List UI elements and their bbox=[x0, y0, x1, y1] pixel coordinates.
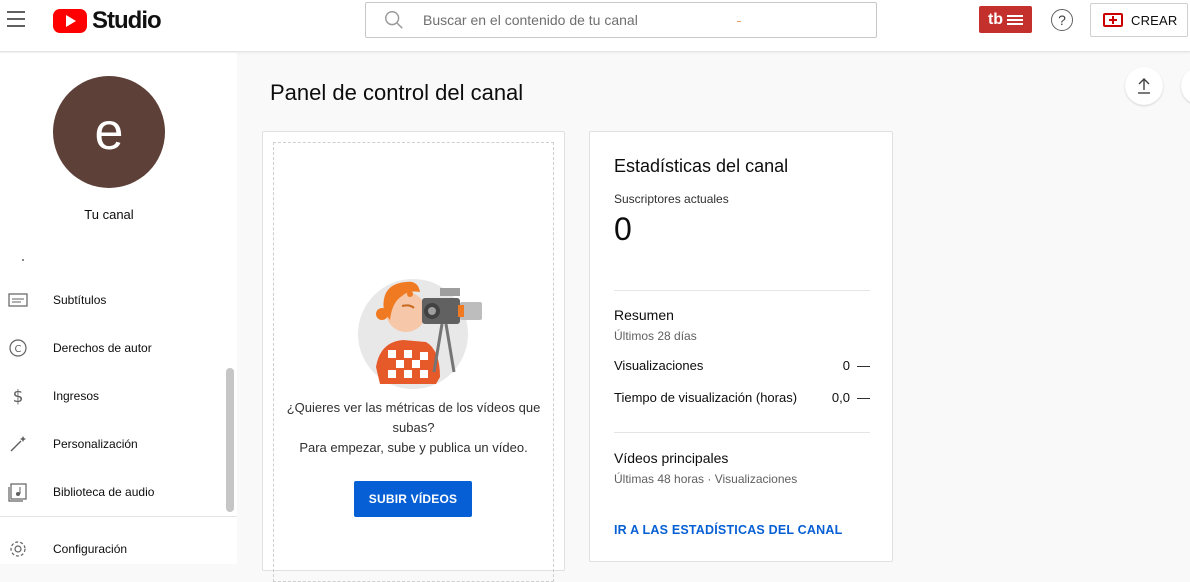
search-input[interactable]: Buscar en el contenido de tu canal bbox=[423, 12, 638, 28]
sidebar-item-audio-library[interactable]: Biblioteca de audio bbox=[0, 472, 232, 512]
tubebuddy-extension-button[interactable]: tb bbox=[979, 6, 1032, 33]
top-bar: Studio Buscar en el contenido de tu cana… bbox=[0, 0, 1190, 52]
extension-menu-icon bbox=[1007, 13, 1024, 27]
channel-label: Tu canal bbox=[84, 207, 134, 222]
sidebar-scrollbar[interactable] bbox=[226, 368, 234, 512]
sidebar-item-label: Configuración bbox=[53, 542, 128, 556]
sidebar-item-label: Ingresos bbox=[53, 389, 100, 403]
sidebar-divider bbox=[0, 516, 237, 517]
watch-time-value: 0,0 bbox=[831, 390, 850, 405]
watch-time-label: Tiempo de visualización (horas) bbox=[614, 390, 798, 405]
svg-text:C: C bbox=[15, 344, 22, 355]
sidebar-item-label: Personalización bbox=[53, 437, 138, 451]
top-videos-title: Vídeos principales bbox=[614, 450, 729, 466]
divider-dot bbox=[22, 259, 24, 261]
watch-time-trend: — bbox=[857, 390, 870, 405]
menu-icon[interactable] bbox=[7, 11, 27, 29]
magic-wand-icon bbox=[8, 434, 28, 454]
copyright-icon: C bbox=[8, 338, 28, 358]
upload-prompt-line2: Para empezar, sube y publica un vídeo. bbox=[299, 440, 528, 455]
divider bbox=[614, 290, 870, 291]
views-row: Visualizaciones 0 — bbox=[614, 358, 870, 374]
upload-button[interactable] bbox=[1125, 67, 1163, 105]
sidebar-item-copyright[interactable]: C Derechos de autor bbox=[0, 328, 232, 368]
sidebar-item-label: Derechos de autor bbox=[53, 341, 152, 355]
create-button[interactable]: CREAR bbox=[1090, 3, 1188, 37]
youtube-logo-icon bbox=[53, 9, 87, 33]
summary-title: Resumen bbox=[614, 307, 674, 323]
audio-library-icon bbox=[8, 482, 28, 502]
text-cursor bbox=[737, 21, 741, 22]
logo-text: Studio bbox=[92, 7, 162, 34]
sidebar-item-customization[interactable]: Personalización bbox=[0, 424, 232, 464]
views-value: 0 bbox=[842, 358, 850, 373]
help-icon[interactable]: ? bbox=[1051, 9, 1073, 31]
go-live-button[interactable] bbox=[1181, 67, 1190, 105]
views-label: Visualizaciones bbox=[614, 358, 704, 373]
watch-time-row: Tiempo de visualización (horas) 0,0 — bbox=[614, 390, 870, 406]
create-button-label: CREAR bbox=[1131, 12, 1178, 28]
upload-prompt-line1: ¿Quieres ver las métricas de los vídeos … bbox=[286, 400, 541, 435]
upload-icon bbox=[1138, 78, 1150, 94]
subscribers-label: Suscriptores actuales bbox=[614, 192, 729, 206]
sidebar-item-label: Biblioteca de audio bbox=[53, 485, 155, 499]
gear-icon bbox=[8, 539, 28, 559]
camera-person-illustration bbox=[358, 279, 482, 389]
go-to-analytics-link[interactable]: IR A LAS ESTADÍSTICAS DEL CANAL bbox=[614, 523, 842, 537]
svg-text:$: $ bbox=[13, 387, 24, 406]
sidebar-item-earn[interactable]: $ Ingresos bbox=[0, 376, 232, 416]
subtitles-icon bbox=[8, 290, 28, 310]
summary-period: Últimos 28 días bbox=[614, 329, 697, 343]
sidebar-item-label: Subtítulos bbox=[53, 293, 107, 307]
top-videos-period: Últimas 48 horas · Visualizaciones bbox=[614, 472, 798, 486]
search-icon bbox=[383, 9, 405, 31]
divider bbox=[614, 432, 870, 433]
upload-videos-button[interactable]: SUBIR VÍDEOS bbox=[354, 481, 472, 517]
extension-logo: tb bbox=[987, 10, 1004, 28]
subscribers-count: 0 bbox=[614, 211, 632, 247]
avatar[interactable]: e bbox=[53, 76, 165, 188]
page-title: Panel de control del canal bbox=[270, 80, 524, 105]
channel-analytics-card: Estadísticas del canal Suscriptores actu… bbox=[589, 131, 893, 562]
sidebar-item-subtitles[interactable]: Subtítulos bbox=[0, 280, 232, 320]
views-trend: — bbox=[857, 358, 870, 373]
video-plus-icon bbox=[1103, 13, 1123, 27]
upload-card: ¿Quieres ver las métricas de los vídeos … bbox=[262, 131, 565, 582]
sidebar-item-settings[interactable]: Configuración bbox=[0, 529, 232, 569]
upload-prompt: ¿Quieres ver las métricas de los vídeos … bbox=[273, 398, 554, 458]
dollar-icon: $ bbox=[8, 386, 28, 406]
studio-logo[interactable]: Studio bbox=[53, 6, 162, 36]
analytics-title: Estadísticas del canal bbox=[614, 156, 789, 176]
search-box[interactable]: Buscar en el contenido de tu canal bbox=[365, 2, 877, 38]
sidebar: e Tu canal Subtítulos C Derechos de auto… bbox=[0, 53, 237, 564]
